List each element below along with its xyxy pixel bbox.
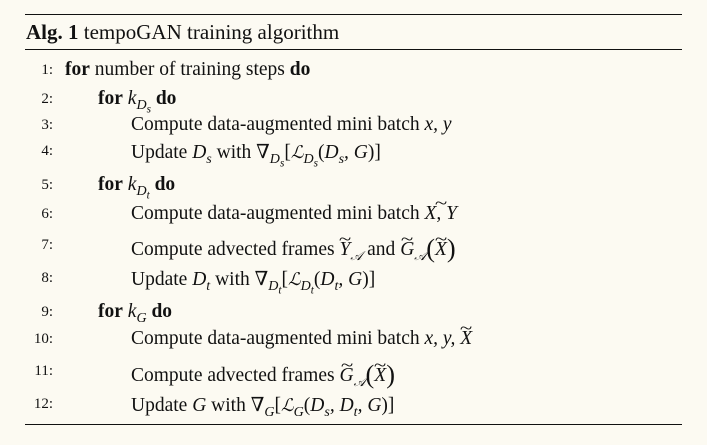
update-word: Update (131, 269, 188, 290)
keyword-do: do (155, 88, 177, 109)
update-word: Update (131, 395, 188, 416)
batch-vars-tilde: X, Y (425, 203, 458, 225)
loop-subsubscript: t (146, 189, 150, 202)
arg-d: D (320, 269, 335, 290)
target-subscript: t (206, 277, 211, 294)
line-number: 11: (34, 363, 53, 379)
nabla-symbol: ∇ (250, 395, 265, 416)
batch-var-x-tilde: X (460, 328, 472, 350)
update-target: D (192, 269, 207, 290)
keyword-do: do (289, 59, 311, 80)
grad-subsubscript: t (278, 284, 282, 297)
advected-g: G (400, 239, 414, 261)
and-word: and (367, 238, 396, 260)
line-number: 1: (41, 62, 53, 78)
line-number: 5: (41, 177, 53, 193)
grad-subscript: G (264, 403, 275, 420)
target-subscript: s (206, 150, 212, 167)
batch-vars: x, y, (424, 328, 456, 349)
algorithm-caption: Alg. 1 tempoGAN training algorithm (25, 15, 682, 49)
algorithm-box: Alg. 1 tempoGAN training algorithm 1: fo… (25, 14, 682, 419)
arg-x-tilde: X (374, 365, 386, 387)
algorithm-number: Alg. 1 (26, 20, 79, 44)
line-text: number of training steps (94, 59, 285, 80)
keyword-for: for (98, 88, 123, 109)
arg-rest: , G (344, 142, 368, 163)
loss-subscript: D (303, 150, 314, 167)
line-text: Compute data-augmented mini batch (131, 328, 420, 349)
keyword-for: for (98, 174, 123, 195)
arg-d: D (310, 395, 325, 416)
keyword-do: do (151, 301, 173, 322)
line-text: Compute data-augmented mini batch (131, 203, 420, 224)
bottom-rule (25, 424, 682, 425)
arg-rest: , G (338, 269, 363, 290)
nabla-symbol: ∇ (256, 142, 270, 163)
nabla-symbol: ∇ (254, 269, 269, 290)
line-text: Compute advected frames (131, 364, 335, 386)
keyword-for: for (65, 59, 90, 80)
line-number: 12: (33, 396, 53, 412)
advected-y: Y (339, 239, 350, 261)
update-target: D (192, 142, 207, 163)
algorithm-title: tempoGAN training algorithm (83, 20, 340, 44)
keyword-for: for (98, 301, 123, 322)
line-text: Compute data-augmented mini batch (131, 114, 420, 135)
loss-subsubscript: t (310, 284, 314, 297)
line-number: 10: (33, 331, 53, 347)
with-word: with (216, 142, 252, 163)
caption-rule (25, 49, 682, 50)
loop-subscript: D (136, 182, 147, 199)
loss-symbol: ℒ (280, 396, 294, 416)
loss-subscript: D (300, 277, 311, 294)
line-text: Compute advected frames (131, 238, 335, 260)
advection-subscript: 𝒜 (414, 247, 427, 263)
keyword-do: do (154, 174, 176, 195)
line-number: 3: (41, 117, 53, 133)
loss-symbol: ℒ (288, 270, 301, 290)
loop-subscript: G (136, 309, 147, 326)
arg-d: D (324, 142, 339, 163)
grad-subsubscript: s (279, 157, 285, 170)
loss-subscript: G (293, 403, 304, 420)
grad-subscript: D (268, 277, 279, 294)
loop-subscript: D (136, 96, 147, 113)
line-number: 6: (41, 206, 53, 222)
line-number: 2: (41, 91, 53, 107)
with-word: with (215, 269, 250, 290)
line-number: 7: (41, 237, 53, 253)
line-number: 9: (41, 304, 53, 320)
line-number: 8: (41, 270, 53, 286)
advection-subscript: 𝒜 (353, 373, 366, 389)
with-word: with (211, 395, 246, 416)
batch-vars: x, y (424, 114, 452, 135)
loss-subsubscript: s (313, 157, 318, 170)
arg-rest: , G (357, 395, 382, 416)
loss-symbol: ℒ (290, 143, 304, 163)
grad-subscript: D (269, 150, 280, 167)
advection-subscript: 𝒜 (350, 247, 363, 263)
arg-mid: , D (329, 395, 354, 416)
line-number: 4: (41, 143, 53, 159)
arg-x-tilde: X (435, 239, 447, 261)
advected-g: G (339, 365, 353, 387)
update-target: G (192, 395, 207, 416)
update-word: Update (131, 142, 188, 163)
